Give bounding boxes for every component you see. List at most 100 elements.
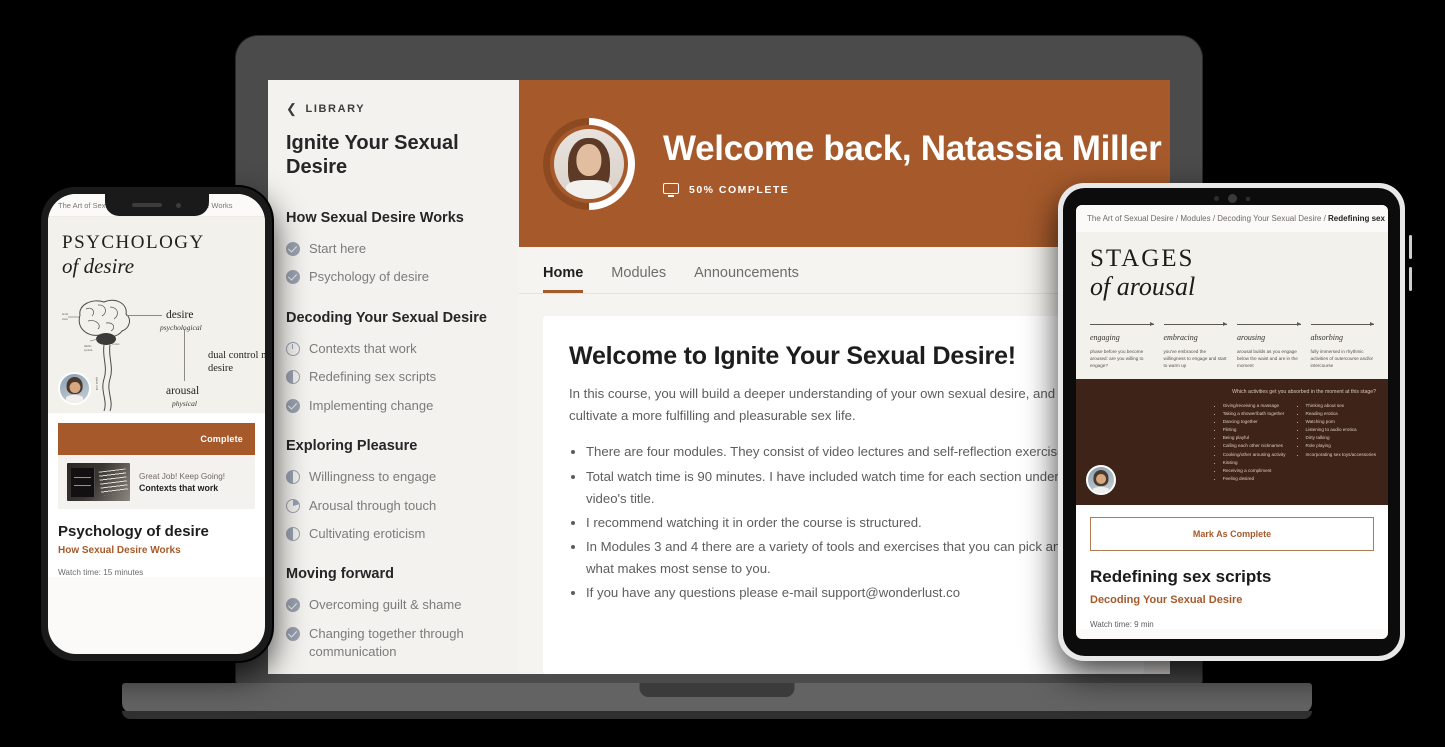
module-title: Exploring Pleasure <box>286 438 418 455</box>
mark-as-complete-button[interactable]: Mark As Complete <box>1090 517 1374 552</box>
complete-button[interactable]: Complete <box>58 423 255 455</box>
list-item: Dirty talking <box>1306 434 1376 442</box>
list-item: I recommend watching it in order the cou… <box>586 512 1114 534</box>
module-group: Moving forward Overcoming guilt & shame … <box>286 566 497 666</box>
tab-announcements[interactable]: Announcements <box>694 265 799 294</box>
slide-title-line1: PSYCHOLOGY <box>62 232 205 253</box>
stage-column: absorbing fully immersed in rhythmic act… <box>1310 322 1374 369</box>
activity-list-right: Thinking about sex Reading erotica Watch… <box>1306 402 1376 482</box>
sidebar-lesson-redefining-sex-scripts[interactable]: Redefining sex scripts <box>286 363 497 391</box>
stage-description: phase before you become aroused: are you… <box>1090 349 1144 369</box>
list-item: There are four modules. They consist of … <box>586 441 1114 463</box>
list-item: If you have any questions please e-mail … <box>586 582 1114 604</box>
volume-up-button[interactable] <box>1409 235 1412 259</box>
laptop-screen: ❮ LIBRARY Ignite Your Sexual Desire How … <box>268 80 1170 674</box>
phone-device-frame: The Art of Sexual Desire / How Sexual De… <box>41 187 272 661</box>
tab-home[interactable]: Home <box>543 265 584 293</box>
list-item: Kissing <box>1223 459 1286 467</box>
lesson-status-empty-icon <box>286 341 300 356</box>
lesson-label: Changing together through communication <box>309 625 464 660</box>
module-group: Decoding Your Sexual Desire Contexts tha… <box>286 310 497 420</box>
indicator-icon <box>1245 196 1250 201</box>
progress-label: 50% COMPLETE <box>689 183 790 196</box>
card-intro-paragraph: In this course, you will build a deeper … <box>569 386 1098 424</box>
tablet-slide-title-line1: STAGES <box>1090 245 1195 272</box>
slide-label-desire-sub: psychological <box>160 323 202 332</box>
avatar-face <box>576 143 602 177</box>
lesson-thumbnail <box>67 463 130 501</box>
slide-question: Which activities get you absorbed in the… <box>1232 389 1376 396</box>
list-item: Calling each other nicknames <box>1223 442 1286 450</box>
list-item: Feeling desired <box>1223 475 1286 483</box>
svg-text:brain: brain <box>62 312 69 316</box>
module-group: How Sexual Desire Works Start here Psych… <box>286 210 497 292</box>
list-item: Incorporating sex toys/accessories <box>1306 451 1376 459</box>
sidebar-lesson-psychology-of-desire[interactable]: Psychology of desire <box>286 263 497 291</box>
tablet-lesson-body: Mark As Complete Redefining sex scripts … <box>1076 505 1388 630</box>
sidebar-lesson-changing-together[interactable]: Changing together through communication <box>286 620 497 667</box>
welcome-heading: Welcome back, Natassia Miller <box>663 129 1162 169</box>
avatar <box>554 128 624 199</box>
activity-list-left: Giving/receiving a massage Taking a show… <box>1223 402 1286 482</box>
list-item: Watching porn <box>1306 418 1376 426</box>
lesson-label: Redefining sex scripts <box>309 369 437 385</box>
laptop-base <box>122 683 1312 719</box>
tab-modules[interactable]: Modules <box>611 265 666 294</box>
phone-lesson-body: Complete Great Job! Keep Going! Contexts… <box>48 413 265 577</box>
lesson-label: Start here <box>309 240 367 256</box>
card-bullet-list: There are four modules. They consist of … <box>586 441 1114 604</box>
list-item: Being playful <box>1223 434 1286 442</box>
lesson-status-done-icon <box>286 241 300 256</box>
phone-slide: PSYCHOLOGY of desire brain stem limbic s… <box>48 217 265 413</box>
sidebar-lesson-arousal-through-touch[interactable]: Arousal through touch <box>286 492 497 520</box>
diagram-connector-h <box>126 315 162 316</box>
tablet-camera-cluster <box>1213 194 1250 203</box>
tablet-slide: STAGES of arousal engaging phase before … <box>1076 232 1388 380</box>
slide-title-line2: of desire <box>62 254 135 278</box>
avatar-with-progress-ring <box>543 117 635 210</box>
svg-text:spinal cord: spinal cord <box>95 377 99 391</box>
sidebar-lesson-start-here[interactable]: Start here <box>286 235 497 263</box>
svg-text:cortex: cortex <box>112 342 120 346</box>
tablet-breadcrumb[interactable]: The Art of Sexual Desire / Modules / Dec… <box>1076 205 1388 232</box>
module-title: Moving forward <box>286 566 394 583</box>
lesson-label: Cultivating eroticism <box>309 525 426 541</box>
slide-label-arousal-sub: physical <box>172 399 197 408</box>
tablet-watch-time: Watch time: 9 min <box>1090 620 1154 630</box>
sidebar-lesson-cultivating-eroticism[interactable]: Cultivating eroticism <box>286 520 497 548</box>
list-item: Cooking/other arousing activity <box>1223 451 1286 459</box>
sidebar-lesson-contexts-that-work[interactable]: Contexts that work <box>286 335 497 363</box>
lesson-label: Arousal through touch <box>309 497 437 513</box>
list-item: Thinking about sex <box>1306 402 1376 410</box>
volume-down-button[interactable] <box>1409 267 1412 291</box>
phone-watch-time: Watch time: 15 minutes <box>58 568 144 577</box>
slide-label-dual-control: dual control model of desire <box>208 350 265 375</box>
welcome-card: Welcome to Ignite Your Sexual Desire! In… <box>543 316 1144 674</box>
stage-description: you've embraced the willingness to engag… <box>1163 349 1227 369</box>
stage-column: arousing arousal builds as you engage be… <box>1237 322 1301 369</box>
presenter-pip-avatar <box>1086 465 1116 496</box>
tablet-lesson-title: Redefining sex scripts <box>1090 567 1272 587</box>
list-item: Giving/receiving a massage <box>1223 402 1286 410</box>
lesson-label: Implementing change <box>309 397 434 413</box>
tablet-slide-dark-panel: Which activities get you absorbed in the… <box>1076 379 1388 506</box>
sidebar-lesson-overcoming-guilt-shame[interactable]: Overcoming guilt & shame <box>286 591 497 619</box>
lesson-label: Willingness to engage <box>309 469 437 485</box>
tablet-bezel: The Art of Sexual Desire / Modules / Dec… <box>1063 188 1400 656</box>
sidebar-lesson-implementing-change[interactable]: Implementing change <box>286 392 497 420</box>
list-item: Total watch time is 90 minutes. I have i… <box>586 466 1114 510</box>
sidebar-course-title: Ignite Your Sexual Desire <box>286 132 459 179</box>
tablet-lesson-module: Decoding Your Sexual Desire <box>1090 594 1243 607</box>
stage-name: engaging <box>1090 333 1120 342</box>
sidebar-lesson-willingness-to-engage[interactable]: Willingness to engage <box>286 463 497 491</box>
avatar-body <box>565 180 613 199</box>
lesson-label: Psychology of desire <box>309 269 429 285</box>
next-up-card[interactable]: Great Job! Keep Going! Contexts that wor… <box>58 455 255 509</box>
module-title: Decoding Your Sexual Desire <box>286 309 487 326</box>
stage-name: embracing <box>1163 333 1198 342</box>
lesson-label: Overcoming guilt & shame <box>309 597 462 613</box>
back-to-library-link[interactable]: ❮ LIBRARY <box>286 102 497 115</box>
camera-icon <box>1227 194 1237 203</box>
presenter-pip-avatar <box>58 372 91 405</box>
breadcrumb-current: Redefining sex <box>1328 214 1385 223</box>
